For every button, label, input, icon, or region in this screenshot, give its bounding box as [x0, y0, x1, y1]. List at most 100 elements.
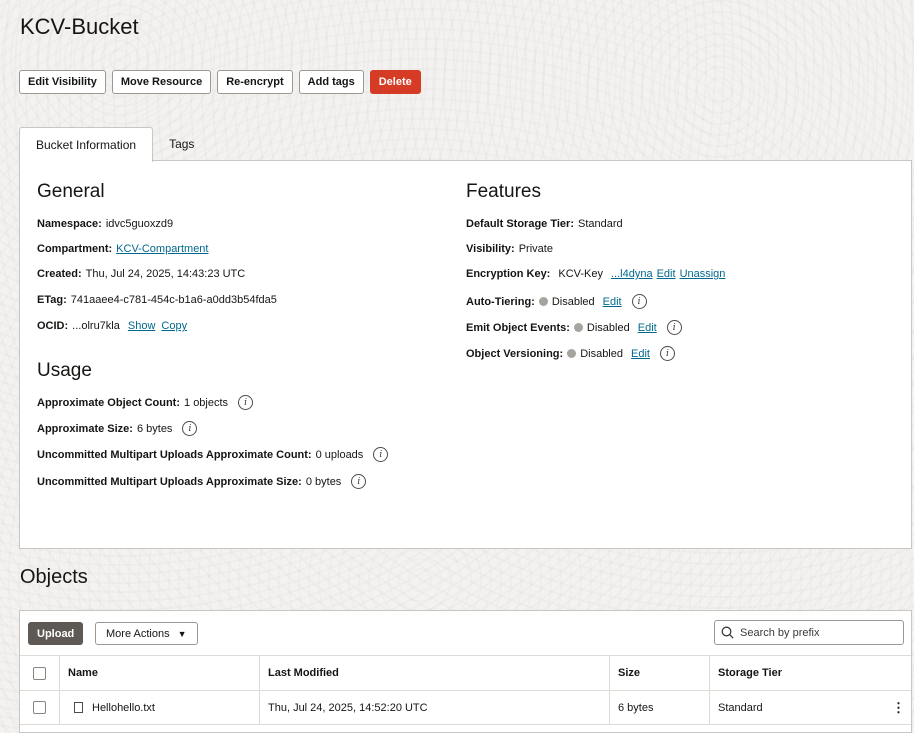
object-count-value: 1 objects: [184, 396, 229, 409]
action-toolbar: Edit Visibility Move Resource Re-encrypt…: [19, 70, 421, 94]
search-input[interactable]: [740, 626, 890, 639]
encryption-key-id-link[interactable]: ...l4dyna: [611, 268, 653, 280]
search-icon: [721, 626, 734, 639]
row-select-cell: [20, 691, 60, 724]
move-resource-button[interactable]: Move Resource: [111, 70, 212, 94]
status-dot: [538, 297, 548, 306]
visibility-label: Visibility:: [466, 243, 515, 255]
page-title: KCV-Bucket: [20, 14, 139, 39]
info-icon[interactable]: i: [238, 395, 254, 410]
encryption-unassign-link[interactable]: Unassign: [680, 268, 726, 280]
approximate-size-label: Approximate Size:: [37, 422, 133, 435]
re-encrypt-button[interactable]: Re-encrypt: [217, 70, 293, 94]
more-actions-label: More Actions: [106, 627, 170, 640]
status-dot: [573, 323, 583, 332]
info-icon[interactable]: i: [351, 474, 367, 489]
auto-tiering-row: Auto-Tiering: Disabled Edit i: [466, 294, 647, 309]
emit-events-row: Emit Object Events: Disabled Edit i: [466, 320, 682, 335]
usage-heading: Usage: [37, 360, 92, 381]
encryption-edit-link[interactable]: Edit: [657, 268, 676, 280]
auto-tiering-value: Disabled: [551, 295, 595, 308]
object-storage-tier: Standard: [718, 701, 763, 714]
bucket-details-page: KCV-Bucket Edit Visibility Move Resource…: [0, 0, 914, 733]
info-icon[interactable]: i: [666, 320, 682, 335]
encryption-key-value: KCV-Key: [558, 268, 603, 280]
info-icon[interactable]: i: [631, 294, 647, 309]
select-all-cell: [20, 656, 60, 690]
kebab-menu-icon[interactable]: ⋮: [892, 700, 905, 716]
bucket-information-panel: General Namespace: idvc5guoxzd9 Compartm…: [19, 160, 912, 549]
storage-tier-label: Default Storage Tier:: [466, 218, 574, 230]
encryption-key-row: Encryption Key: KCV-Key ...l4dyna Edit U…: [466, 268, 725, 280]
auto-tiering-label: Auto-Tiering:: [466, 295, 535, 308]
compartment-row: Compartment: KCV-Compartment: [37, 243, 208, 255]
etag-label: ETag:: [37, 294, 67, 306]
multipart-size-row: Uncommitted Multipart Uploads Approximat…: [37, 474, 367, 489]
multipart-size-label: Uncommitted Multipart Uploads Approximat…: [37, 475, 302, 488]
etag-value: 741aaee4-c781-454c-b1a6-a0dd3b54fda5: [70, 294, 277, 306]
versioning-value: Disabled: [580, 347, 623, 360]
select-all-checkbox[interactable]: [33, 666, 46, 680]
ocid-row: OCID: ...olru7kla Show Copy: [37, 320, 187, 332]
info-icon[interactable]: i: [373, 447, 389, 462]
column-header-last-modified[interactable]: Last Modified: [260, 656, 610, 690]
auto-tiering-edit-link[interactable]: Edit: [603, 296, 622, 308]
tab-bucket-information[interactable]: Bucket Information: [19, 127, 154, 162]
upload-button[interactable]: Upload: [28, 622, 84, 645]
emit-events-edit-link[interactable]: Edit: [638, 322, 657, 334]
table-row: Hellohello.txt Thu, Jul 24, 2025, 14:52:…: [20, 691, 911, 725]
visibility-value: Private: [518, 243, 553, 255]
edit-visibility-button[interactable]: Edit Visibility: [19, 70, 106, 94]
objects-table: Upload More Actions ▼ Name Last Modified…: [19, 610, 912, 733]
multipart-size-value: 0 bytes: [305, 475, 342, 488]
status-dot: [567, 349, 577, 358]
ocid-label: OCID:: [37, 320, 69, 332]
object-last-modified: Thu, Jul 24, 2025, 14:52:20 UTC: [260, 691, 610, 724]
detail-tabs: Bucket Information Tags: [19, 127, 210, 162]
encryption-key-label: Encryption Key:: [466, 268, 551, 280]
storage-tier-row: Default Storage Tier: Standard: [466, 218, 623, 230]
multipart-count-row: Uncommitted Multipart Uploads Approximat…: [37, 447, 389, 462]
created-value: Thu, Jul 24, 2025, 14:43:23 UTC: [85, 268, 246, 280]
add-tags-button[interactable]: Add tags: [298, 70, 364, 94]
emit-events-value: Disabled: [586, 321, 630, 334]
versioning-edit-link[interactable]: Edit: [631, 348, 650, 360]
namespace-value: idvc5guoxzd9: [105, 218, 174, 230]
tab-tags[interactable]: Tags: [153, 127, 210, 161]
approximate-size-value: 6 bytes: [136, 422, 173, 435]
compartment-link[interactable]: KCV-Compartment: [116, 243, 208, 255]
object-size: 6 bytes: [610, 691, 710, 724]
object-name-cell[interactable]: Hellohello.txt: [60, 691, 260, 724]
search-box[interactable]: [714, 620, 904, 645]
multipart-count-label: Uncommitted Multipart Uploads Approximat…: [37, 448, 312, 461]
file-icon: [74, 702, 83, 713]
row-checkbox[interactable]: [33, 701, 46, 714]
namespace-row: Namespace: idvc5guoxzd9: [37, 218, 173, 230]
etag-row: ETag: 741aaee4-c781-454c-b1a6-a0dd3b54fd…: [37, 294, 277, 306]
features-heading: Features: [466, 181, 541, 202]
ocid-copy-link[interactable]: Copy: [161, 320, 187, 332]
multipart-count-value: 0 uploads: [315, 448, 364, 461]
general-heading: General: [37, 181, 105, 202]
info-icon[interactable]: i: [182, 421, 198, 436]
storage-tier-value: Standard: [578, 218, 623, 230]
namespace-label: Namespace:: [37, 218, 102, 230]
compartment-label: Compartment:: [37, 243, 113, 255]
column-header-name[interactable]: Name: [60, 656, 260, 690]
caret-down-icon: ▼: [177, 628, 187, 639]
object-count-row: Approximate Object Count: 1 objects i: [37, 395, 254, 410]
info-icon[interactable]: i: [659, 346, 675, 361]
more-actions-button[interactable]: More Actions ▼: [95, 622, 198, 645]
column-header-size[interactable]: Size: [610, 656, 710, 690]
delete-button[interactable]: Delete: [369, 70, 421, 94]
column-header-storage-tier[interactable]: Storage Tier: [710, 656, 895, 690]
approximate-size-row: Approximate Size: 6 bytes i: [37, 421, 198, 436]
ocid-show-link[interactable]: Show: [128, 320, 156, 332]
created-row: Created: Thu, Jul 24, 2025, 14:43:23 UTC: [37, 268, 245, 280]
versioning-row: Object Versioning: Disabled Edit i: [466, 346, 675, 361]
created-label: Created:: [37, 268, 82, 280]
object-count-label: Approximate Object Count:: [37, 396, 181, 409]
ocid-value: ...olru7kla: [72, 320, 120, 332]
objects-heading: Objects: [20, 566, 88, 588]
object-name[interactable]: Hellohello.txt: [92, 702, 155, 714]
